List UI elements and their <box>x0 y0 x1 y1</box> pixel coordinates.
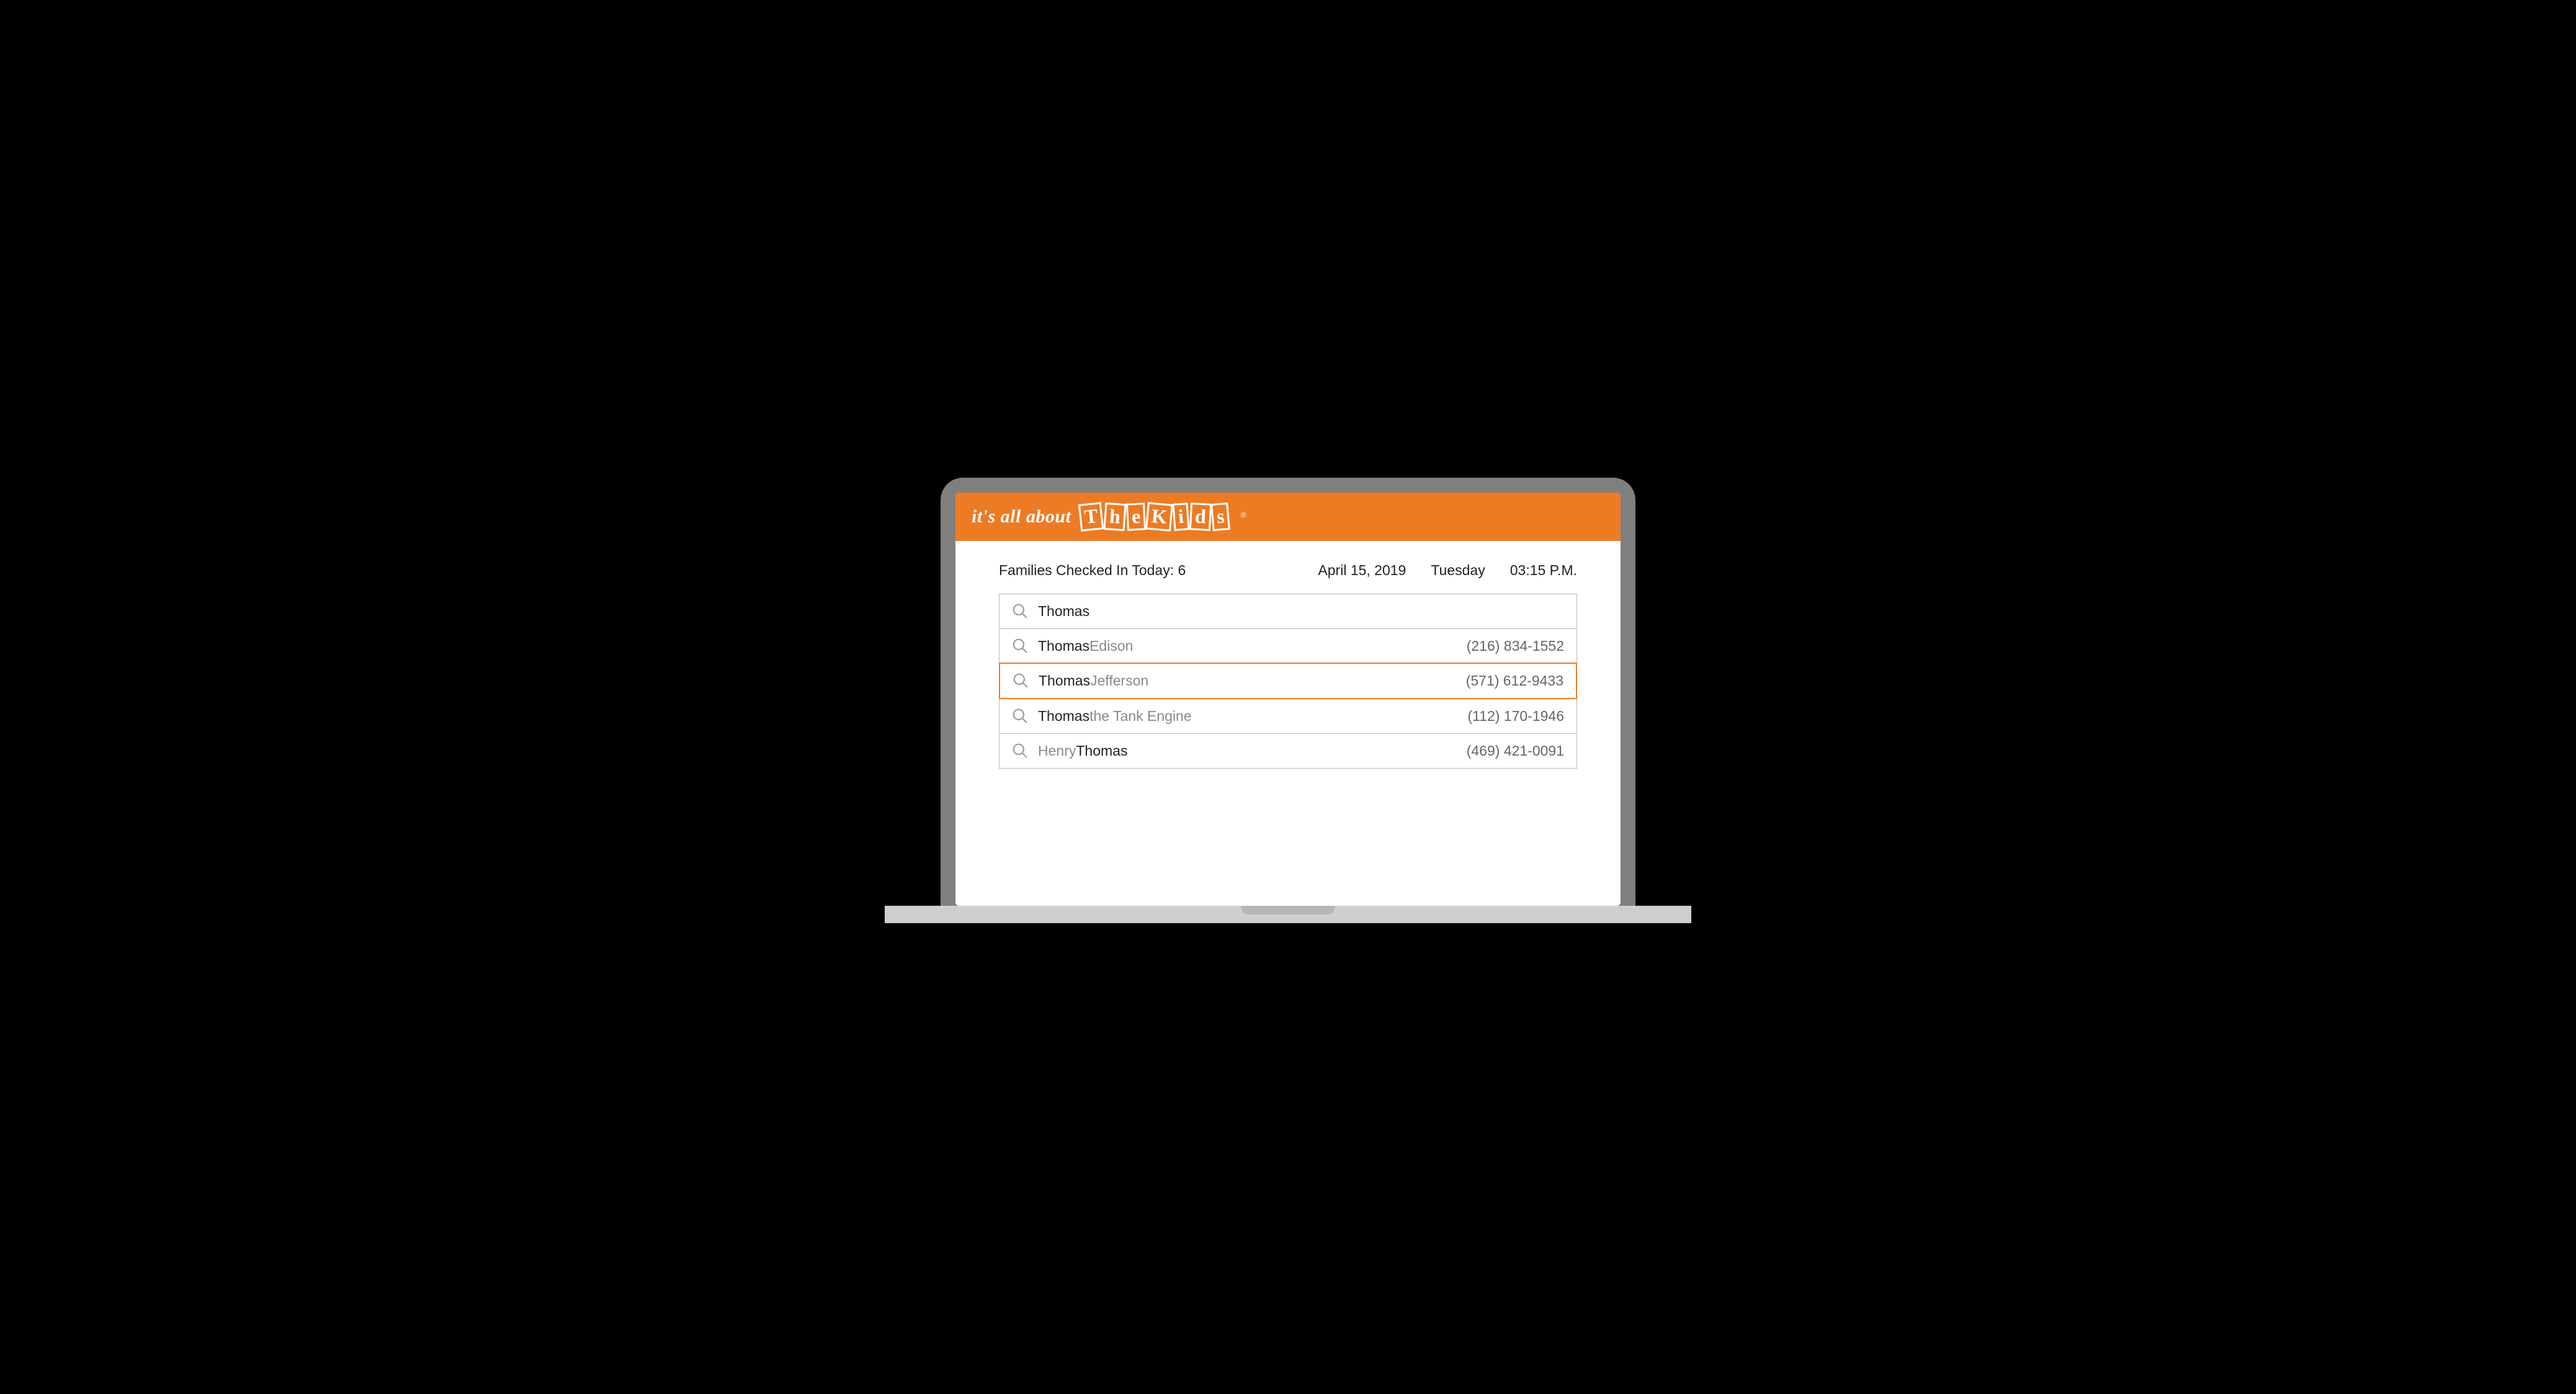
search-icon <box>1012 743 1028 759</box>
result-name: Thomas Edison <box>1038 638 1457 655</box>
search-result-highlighted[interactable]: Thomas Jefferson (571) 612-9433 <box>999 663 1577 699</box>
laptop-notch <box>1241 906 1335 914</box>
brand-box: s <box>1210 502 1230 530</box>
result-name: Henry Thomas <box>1038 743 1457 759</box>
result-name: Thomas Jefferson <box>1039 672 1456 689</box>
result-phone: (216) 834-1552 <box>1467 638 1564 655</box>
brand-prefix: it's all about <box>972 506 1071 527</box>
search-result[interactable]: Thomas the Tank Engine (112) 170-1946 <box>1000 699 1576 733</box>
status-day: Tuesday <box>1431 562 1485 579</box>
app-header: it's all about T h e K i d s ® <box>955 493 1621 541</box>
screen: it's all about T h e K i d s ® Families … <box>955 493 1621 906</box>
brand-box: T <box>1078 502 1104 532</box>
brand-box: K <box>1145 502 1173 531</box>
registered-mark: ® <box>1241 511 1246 519</box>
search-icon <box>1012 603 1028 619</box>
result-name: Thomas the Tank Engine <box>1038 708 1457 725</box>
brand-box: e <box>1125 503 1145 531</box>
brand-logo: T h e K i d s <box>1080 503 1229 530</box>
search-input-row[interactable]: Thomas <box>1000 594 1576 628</box>
search-result[interactable]: Thomas Edison (216) 834-1552 <box>1000 628 1576 663</box>
status-datetime: April 15, 2019 Tuesday 03:15 P.M. <box>1318 562 1577 579</box>
search-panel: Thomas Thomas Edison (216) 834-1552 <box>999 594 1577 769</box>
search-result[interactable]: Henry Thomas (469) 421-0091 <box>1000 733 1576 768</box>
result-phone: (571) 612-9433 <box>1466 672 1563 689</box>
search-icon <box>1012 708 1028 724</box>
status-bar: Families Checked In Today: 6 April 15, 2… <box>955 541 1621 594</box>
checkin-count: Families Checked In Today: 6 <box>999 562 1293 579</box>
status-date: April 15, 2019 <box>1318 562 1406 579</box>
result-phone: (469) 421-0091 <box>1467 743 1564 759</box>
search-icon <box>1013 672 1029 689</box>
status-time: 03:15 P.M. <box>1510 562 1577 579</box>
stage: it's all about T h e K i d s ® Families … <box>823 445 1753 949</box>
laptop-frame: it's all about T h e K i d s ® Families … <box>941 478 1635 912</box>
laptop-body: it's all about T h e K i d s ® Families … <box>941 478 1635 906</box>
brand-box: d <box>1189 503 1211 531</box>
brand-box: h <box>1103 502 1126 530</box>
search-input[interactable]: Thomas <box>1038 603 1089 620</box>
result-phone: (112) 170-1946 <box>1467 708 1564 725</box>
brand-box: i <box>1172 503 1189 531</box>
search-icon <box>1012 638 1028 654</box>
